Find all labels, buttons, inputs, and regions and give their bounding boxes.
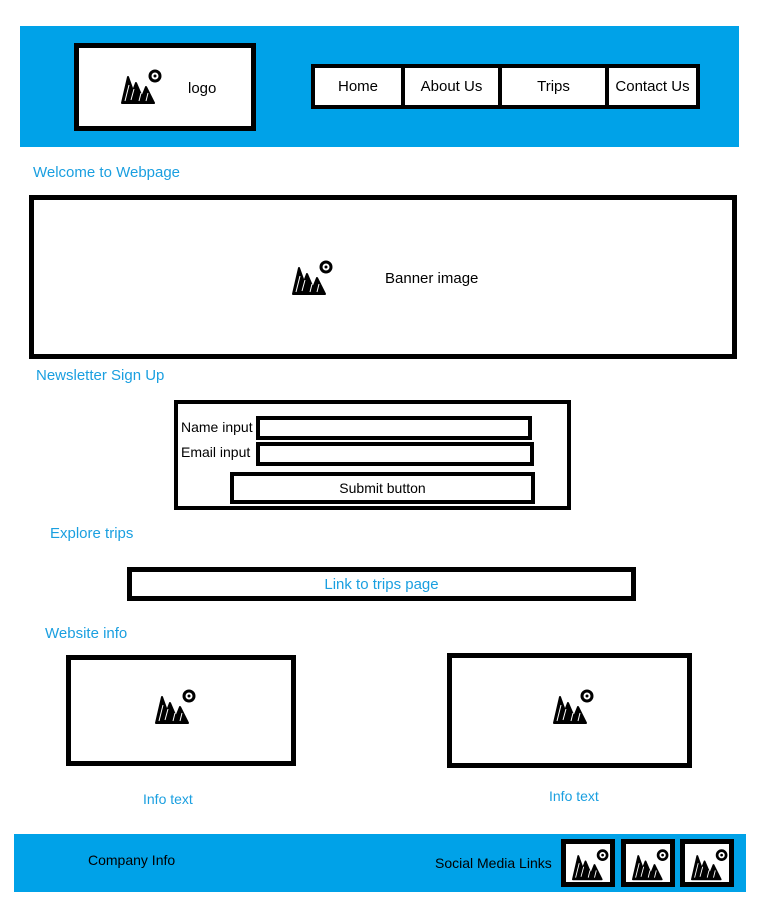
image-placeholder-icon (290, 258, 334, 298)
trips-page-link[interactable]: Link to trips page (127, 567, 636, 601)
nav-item-home[interactable]: Home (315, 68, 401, 105)
email-input-label: Email input (181, 444, 251, 460)
image-placeholder-icon (630, 847, 670, 883)
explore-heading: Explore trips (50, 525, 134, 542)
social-link-2[interactable] (621, 839, 675, 887)
social-media-label: Social Media Links (435, 855, 552, 871)
website-info-heading: Website info (45, 625, 128, 642)
image-placeholder-icon (153, 687, 197, 727)
info-text-right: Info text (549, 788, 599, 804)
name-input[interactable] (256, 416, 532, 440)
name-input-label: Name input (181, 419, 253, 435)
logo-label: logo (188, 80, 217, 97)
submit-button[interactable]: Submit button (230, 472, 535, 504)
image-placeholder-icon (551, 687, 595, 727)
email-input[interactable] (256, 442, 534, 466)
banner-label: Banner image (385, 270, 479, 287)
main-nav: Home About Us Trips Contact Us (311, 64, 700, 109)
image-placeholder-icon (689, 847, 729, 883)
info-text-left: Info text (143, 791, 193, 807)
info-image-left (66, 655, 296, 766)
info-image-right (447, 653, 692, 768)
company-info-label: Company Info (88, 852, 176, 868)
image-placeholder-icon (119, 67, 163, 107)
newsletter-heading: Newsletter Sign Up (36, 367, 165, 384)
banner-image-box: Banner image (29, 195, 737, 359)
nav-item-trips[interactable]: Trips (498, 68, 605, 105)
social-link-1[interactable] (561, 839, 615, 887)
newsletter-form: Name input Email input Submit button (174, 400, 571, 510)
welcome-heading: Welcome to Webpage (33, 164, 181, 181)
nav-item-contact-us[interactable]: Contact Us (605, 68, 696, 105)
logo-box[interactable]: logo (74, 43, 256, 131)
social-link-3[interactable] (680, 839, 734, 887)
image-placeholder-icon (570, 847, 610, 883)
nav-item-about-us[interactable]: About Us (401, 68, 498, 105)
